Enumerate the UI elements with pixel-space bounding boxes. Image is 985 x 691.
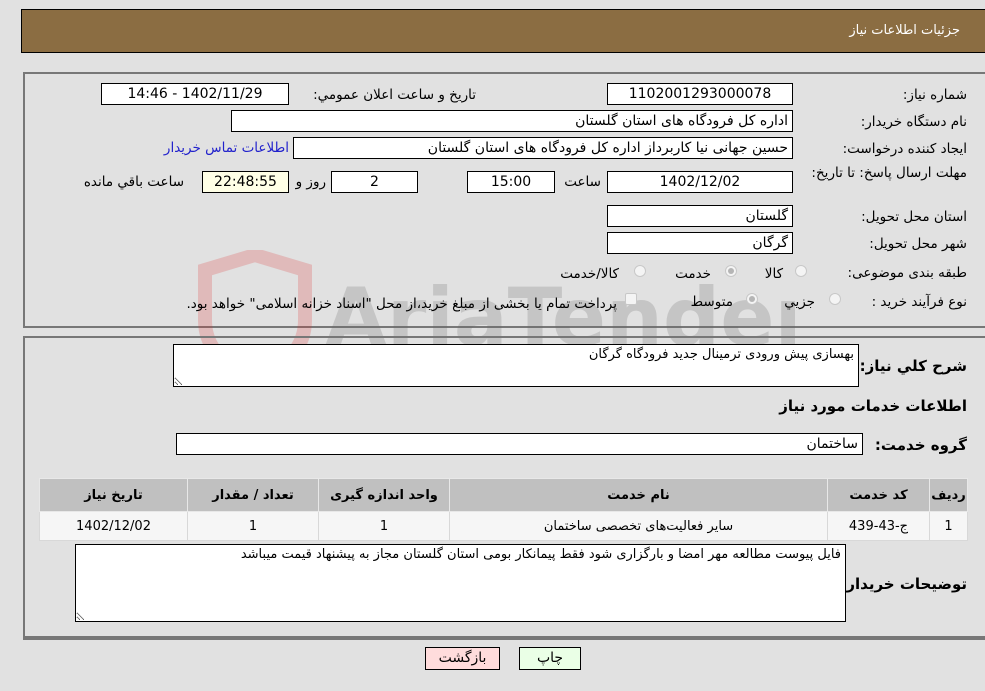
category-radio-goods[interactable] (795, 265, 807, 277)
announce-datetime-field: 1402/11/29 - 14:46 (101, 83, 289, 105)
need-number-field: 1102001293000078 (607, 83, 793, 105)
city-field: گرگان (607, 232, 793, 254)
col-service-code: کد خدمت (827, 478, 930, 512)
cell-service-code: ج-43-439 (827, 511, 930, 541)
category-option-goods-service: کالا/خدمت (560, 266, 619, 282)
cell-quantity: 1 (187, 511, 319, 541)
buyer-org-field: اداره کل فرودگاه های استان گلستان (231, 110, 793, 132)
requester-label: ایجاد کننده درخواست: (842, 141, 967, 157)
print-button[interactable]: چاپ (519, 647, 581, 670)
table-row: 1 ج-43-439 سایر فعالیت‌های تخصصی ساختمان… (39, 511, 968, 541)
service-group-field: ساختمان (176, 433, 863, 455)
category-radio-service[interactable] (725, 265, 737, 277)
page-header: جزئیات اطلاعات نیاز (21, 9, 985, 53)
days-remaining-field: 2 (331, 171, 418, 193)
cell-unit: 1 (318, 511, 450, 541)
service-group-label: گروه خدمت: (874, 436, 967, 454)
services-heading: اطلاعات خدمات مورد نیاز (779, 397, 967, 415)
category-option-goods: کالا (764, 266, 783, 282)
cell-row-number: 1 (929, 511, 968, 541)
purchase-radio-minor[interactable] (829, 293, 841, 305)
purchase-option-minor: جزيي (784, 294, 815, 310)
deadline-time-label: ساعت (564, 174, 601, 190)
purchase-option-medium: متوسط (690, 294, 733, 310)
purchase-radio-medium[interactable] (746, 293, 758, 305)
province-field: گلستان (607, 205, 793, 227)
category-label: طبقه بندی موضوعی: (847, 265, 967, 281)
cell-need-date: 1402/12/02 (39, 511, 188, 541)
purchase-type-label: نوع فرآیند خرید : (871, 294, 967, 310)
back-button[interactable]: بازگشت (425, 647, 500, 670)
time-remaining-label: ساعت باقي مانده (83, 174, 184, 190)
table-header-row: ردیف کد خدمت نام خدمت واحد اندازه گیری ت… (39, 478, 968, 512)
category-option-service: خدمت (675, 266, 711, 282)
buyer-contact-link[interactable]: اطلاعات تماس خریدار (164, 140, 289, 156)
deadline-date-field: 1402/12/02 (607, 171, 793, 193)
deadline-label: مهلت ارسال پاسخ: تا تاریخ: (811, 165, 967, 181)
treasury-checkbox[interactable] (625, 293, 637, 305)
description-label: شرح کلي نیاز: (859, 357, 967, 375)
city-label: شهر محل تحویل: (869, 236, 967, 252)
treasury-checkbox-label: پرداخت تمام یا بخشی از مبلغ خرید،از محل … (186, 296, 617, 312)
buyer-notes-textarea[interactable]: فایل پیوست مطالعه مهر امضا و بارگزاری شو… (75, 544, 846, 622)
time-remaining-field: 22:48:55 (202, 171, 289, 193)
announce-datetime-label: تاریخ و ساعت اعلان عمومي: (313, 87, 476, 103)
col-row-number: ردیف (929, 478, 968, 512)
need-number-label: شماره نیاز: (902, 87, 967, 103)
cell-service-name: سایر فعالیت‌های تخصصی ساختمان (449, 511, 828, 541)
days-label: روز و (295, 174, 326, 190)
description-textarea[interactable]: بهسازی پیش ورودی ترمینال جدید فرودگاه گر… (173, 344, 859, 387)
col-need-date: تاریخ نیاز (39, 478, 188, 512)
category-radio-goods-service[interactable] (634, 265, 646, 277)
col-service-name: نام خدمت (449, 478, 828, 512)
col-quantity: تعداد / مقدار (187, 478, 319, 512)
deadline-time-field: 15:00 (467, 171, 555, 193)
services-table: ردیف کد خدمت نام خدمت واحد اندازه گیری ت… (39, 478, 968, 541)
footer-divider (23, 638, 985, 640)
buyer-org-label: نام دستگاه خریدار: (860, 114, 967, 130)
page-title: جزئیات اطلاعات نیاز (849, 23, 960, 38)
requester-field: حسین جهانی نیا کاربرداز اداره کل فرودگاه… (293, 137, 793, 159)
province-label: استان محل تحویل: (861, 209, 967, 225)
col-unit: واحد اندازه گیری (318, 478, 450, 512)
buyer-notes-label: توضیحات خریدار: (840, 575, 967, 593)
